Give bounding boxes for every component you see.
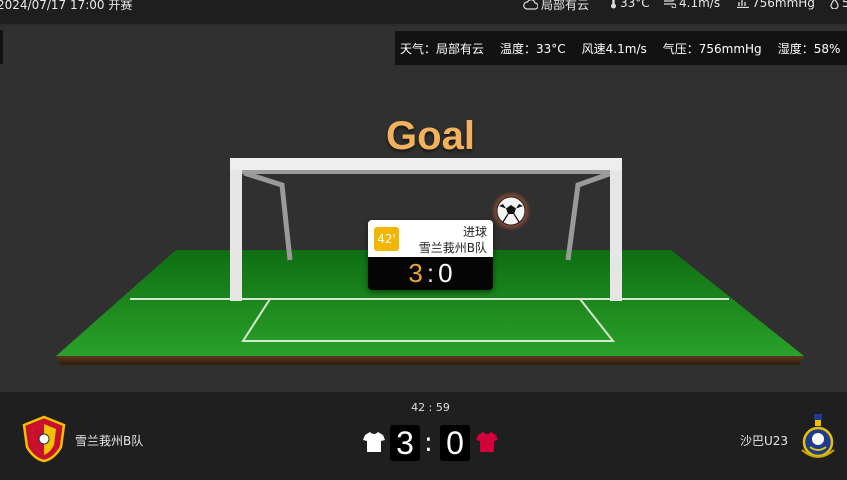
- away-score: 0: [440, 425, 470, 461]
- goal-right-post: [610, 160, 622, 301]
- home-team-name[interactable]: 雪兰莪州B队: [75, 432, 143, 449]
- soccer-ball-icon: [496, 196, 526, 226]
- event-type: 进球: [462, 225, 487, 239]
- away-team-crest-icon[interactable]: [799, 412, 837, 464]
- match-clock: 42 : 59: [411, 401, 450, 414]
- event-score-separator: :: [426, 258, 435, 288]
- goal-title: Goal: [386, 114, 475, 158]
- home-score: 3: [390, 425, 420, 461]
- goal-event-card: 42' 进球 雪兰莪州B队 3:0: [368, 220, 493, 290]
- home-team-crest-icon[interactable]: [21, 415, 67, 463]
- pitch-soil: [56, 356, 804, 365]
- away-team-name[interactable]: 沙巴U23: [740, 432, 788, 449]
- goal-crossbar-shadow: [242, 170, 610, 174]
- event-score-away: 0: [438, 258, 453, 288]
- score-separator: :: [424, 428, 433, 458]
- event-minute-badge: 42': [374, 227, 399, 251]
- goal-left-post: [230, 160, 242, 301]
- goal-crossbar: [230, 158, 622, 170]
- goal-back-left: [243, 170, 293, 261]
- event-score-home: 3: [408, 258, 423, 288]
- event-team: 雪兰莪州B队: [418, 241, 487, 255]
- event-score: 3:0: [368, 257, 493, 290]
- away-shirt-icon: [476, 432, 498, 452]
- home-shirt-icon: [363, 432, 385, 452]
- event-card-header: 42' 进球 雪兰莪州B队: [368, 220, 493, 257]
- goal-back-right: [565, 170, 613, 261]
